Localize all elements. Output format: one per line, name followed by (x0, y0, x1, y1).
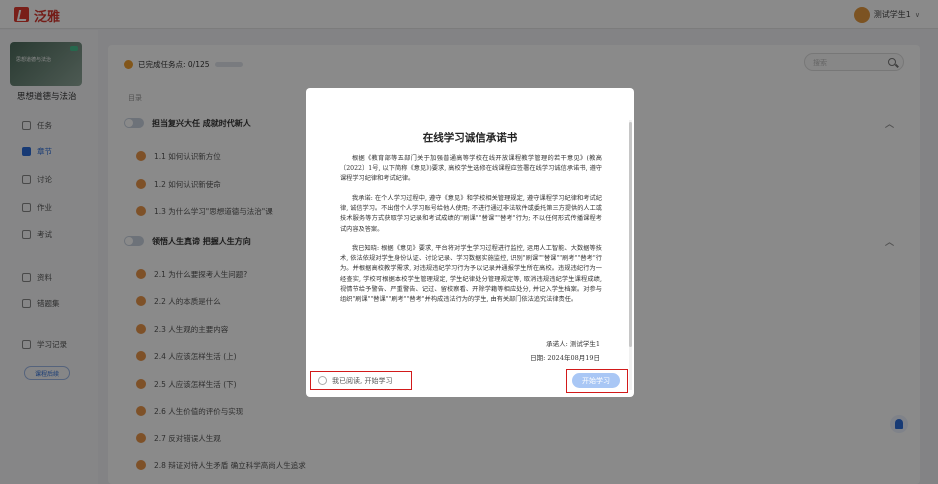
pledge-signer: 承诺人: 测试学生1 (546, 340, 600, 348)
integrity-pledge-dialog: 在线学习诚信承诺书 根据《教育部等五部门关于加强普通高等学校在线开放课程教学管理… (306, 88, 634, 397)
start-learning-button[interactable]: 开始学习 (572, 373, 620, 388)
pledge-document: 在线学习诚信承诺书 根据《教育部等五部门关于加强普通高等学校在线开放课程教学管理… (314, 120, 626, 397)
agree-checkbox[interactable] (318, 376, 327, 385)
pledge-paragraph: 根据《教育部等五部门关于加强普通高等学校在线开放课程教学管理的若干意见》(教高〔… (340, 155, 602, 183)
pledge-title: 在线学习诚信承诺书 (422, 132, 518, 144)
agree-label: 我已阅读, 开始学习 (332, 376, 393, 385)
dialog-scrollbar-thumb[interactable] (629, 122, 632, 347)
start-button-highlight: 开始学习 (566, 369, 628, 393)
pledge-paragraph: 我承诺: 在个人学习过程中, 遵守《意见》和学校相关管理规定, 遵守课程学习纪律… (340, 195, 602, 233)
pledge-paragraph: 我已知晓: 根据《意见》要求, 平台将对学生学习过程进行监控, 运用人工智能、大… (340, 245, 602, 304)
dialog-footer: 我已阅读, 开始学习 开始学习 (306, 361, 634, 397)
agree-checkbox-row[interactable]: 我已阅读, 开始学习 (310, 371, 412, 390)
